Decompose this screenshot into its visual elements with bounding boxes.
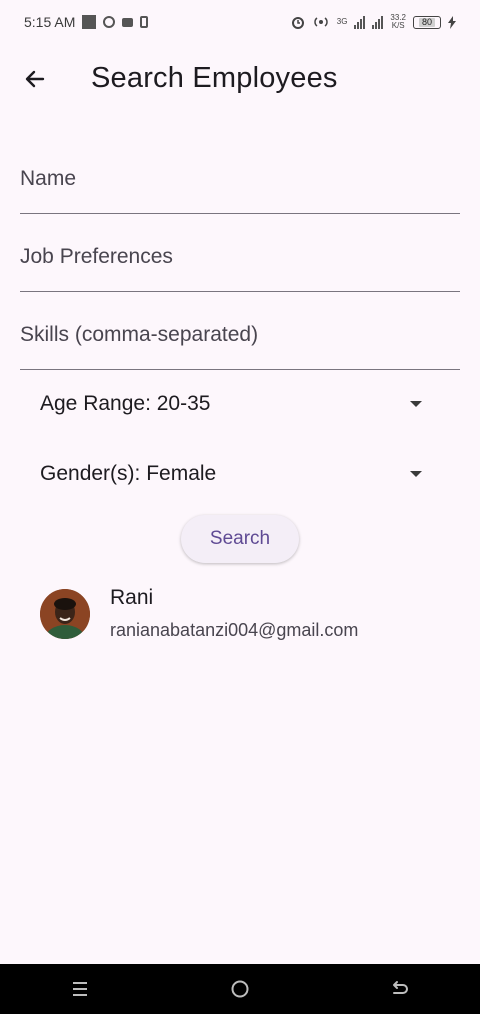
- net-speed-unit: K/S: [391, 21, 405, 30]
- net-speed: 33.2 K/S: [390, 14, 406, 30]
- screen: 5:15 AM 3G 33.2 K/S 80 Search Employees …: [0, 0, 480, 1014]
- status-left: 5:15 AM: [24, 14, 149, 30]
- age-range-value: Age Range: 20-35: [40, 392, 211, 415]
- home-button[interactable]: [220, 969, 260, 1009]
- battery-icon: 80: [413, 15, 441, 29]
- battery-level: 80: [418, 17, 435, 27]
- status-time: 5:15 AM: [24, 14, 76, 30]
- skills-input[interactable]: [20, 323, 460, 347]
- page-title: Search Employees: [91, 62, 338, 94]
- skills-field: [20, 292, 460, 370]
- app-bar: Search Employees: [0, 44, 480, 116]
- signal-1-icon: [354, 15, 366, 29]
- menu-icon: [73, 982, 87, 996]
- back-button[interactable]: [20, 64, 50, 94]
- sync-notification-icon: [103, 16, 116, 28]
- home-circle-icon: [231, 980, 249, 998]
- dropdown-arrow-icon: [410, 401, 422, 407]
- charging-icon: [448, 15, 456, 29]
- gender-dropdown[interactable]: Gender(s): Female: [40, 454, 424, 494]
- back-nav-button[interactable]: [380, 969, 420, 1009]
- gender-value: Gender(s): Female: [40, 462, 217, 485]
- network-3g-label: 3G: [336, 17, 348, 26]
- system-nav-bar: [0, 964, 480, 1014]
- search-button[interactable]: Search: [181, 515, 299, 563]
- status-right: 3G 33.2 K/S 80: [291, 14, 456, 30]
- alarm-icon: [291, 17, 304, 29]
- back-nav-icon: [393, 981, 408, 994]
- status-bar: 5:15 AM 3G 33.2 K/S 80: [0, 0, 480, 44]
- gallery-notification-icon: [82, 15, 97, 29]
- avatar: [40, 589, 90, 639]
- name-field: [20, 136, 460, 214]
- avatar-image: [40, 589, 90, 639]
- name-input[interactable]: [20, 167, 460, 191]
- job-preferences-field: [20, 214, 460, 292]
- age-range-dropdown[interactable]: Age Range: 20-35: [40, 384, 424, 424]
- employee-email: ranianabatanzi004@gmail.com: [110, 620, 359, 640]
- clipboard-notification-icon: [140, 16, 149, 28]
- signal-2-icon: [372, 15, 384, 29]
- arrow-back-icon: [25, 70, 45, 88]
- hotspot-icon: [314, 17, 328, 27]
- dropdown-arrow-icon: [410, 471, 422, 477]
- job-preferences-input[interactable]: [20, 245, 460, 269]
- employee-result-item[interactable]: Rani ranianabatanzi004@gmail.com: [20, 580, 460, 648]
- employee-name: Rani: [110, 586, 154, 609]
- message-notification-icon: [122, 17, 134, 27]
- recents-button[interactable]: [60, 969, 100, 1009]
